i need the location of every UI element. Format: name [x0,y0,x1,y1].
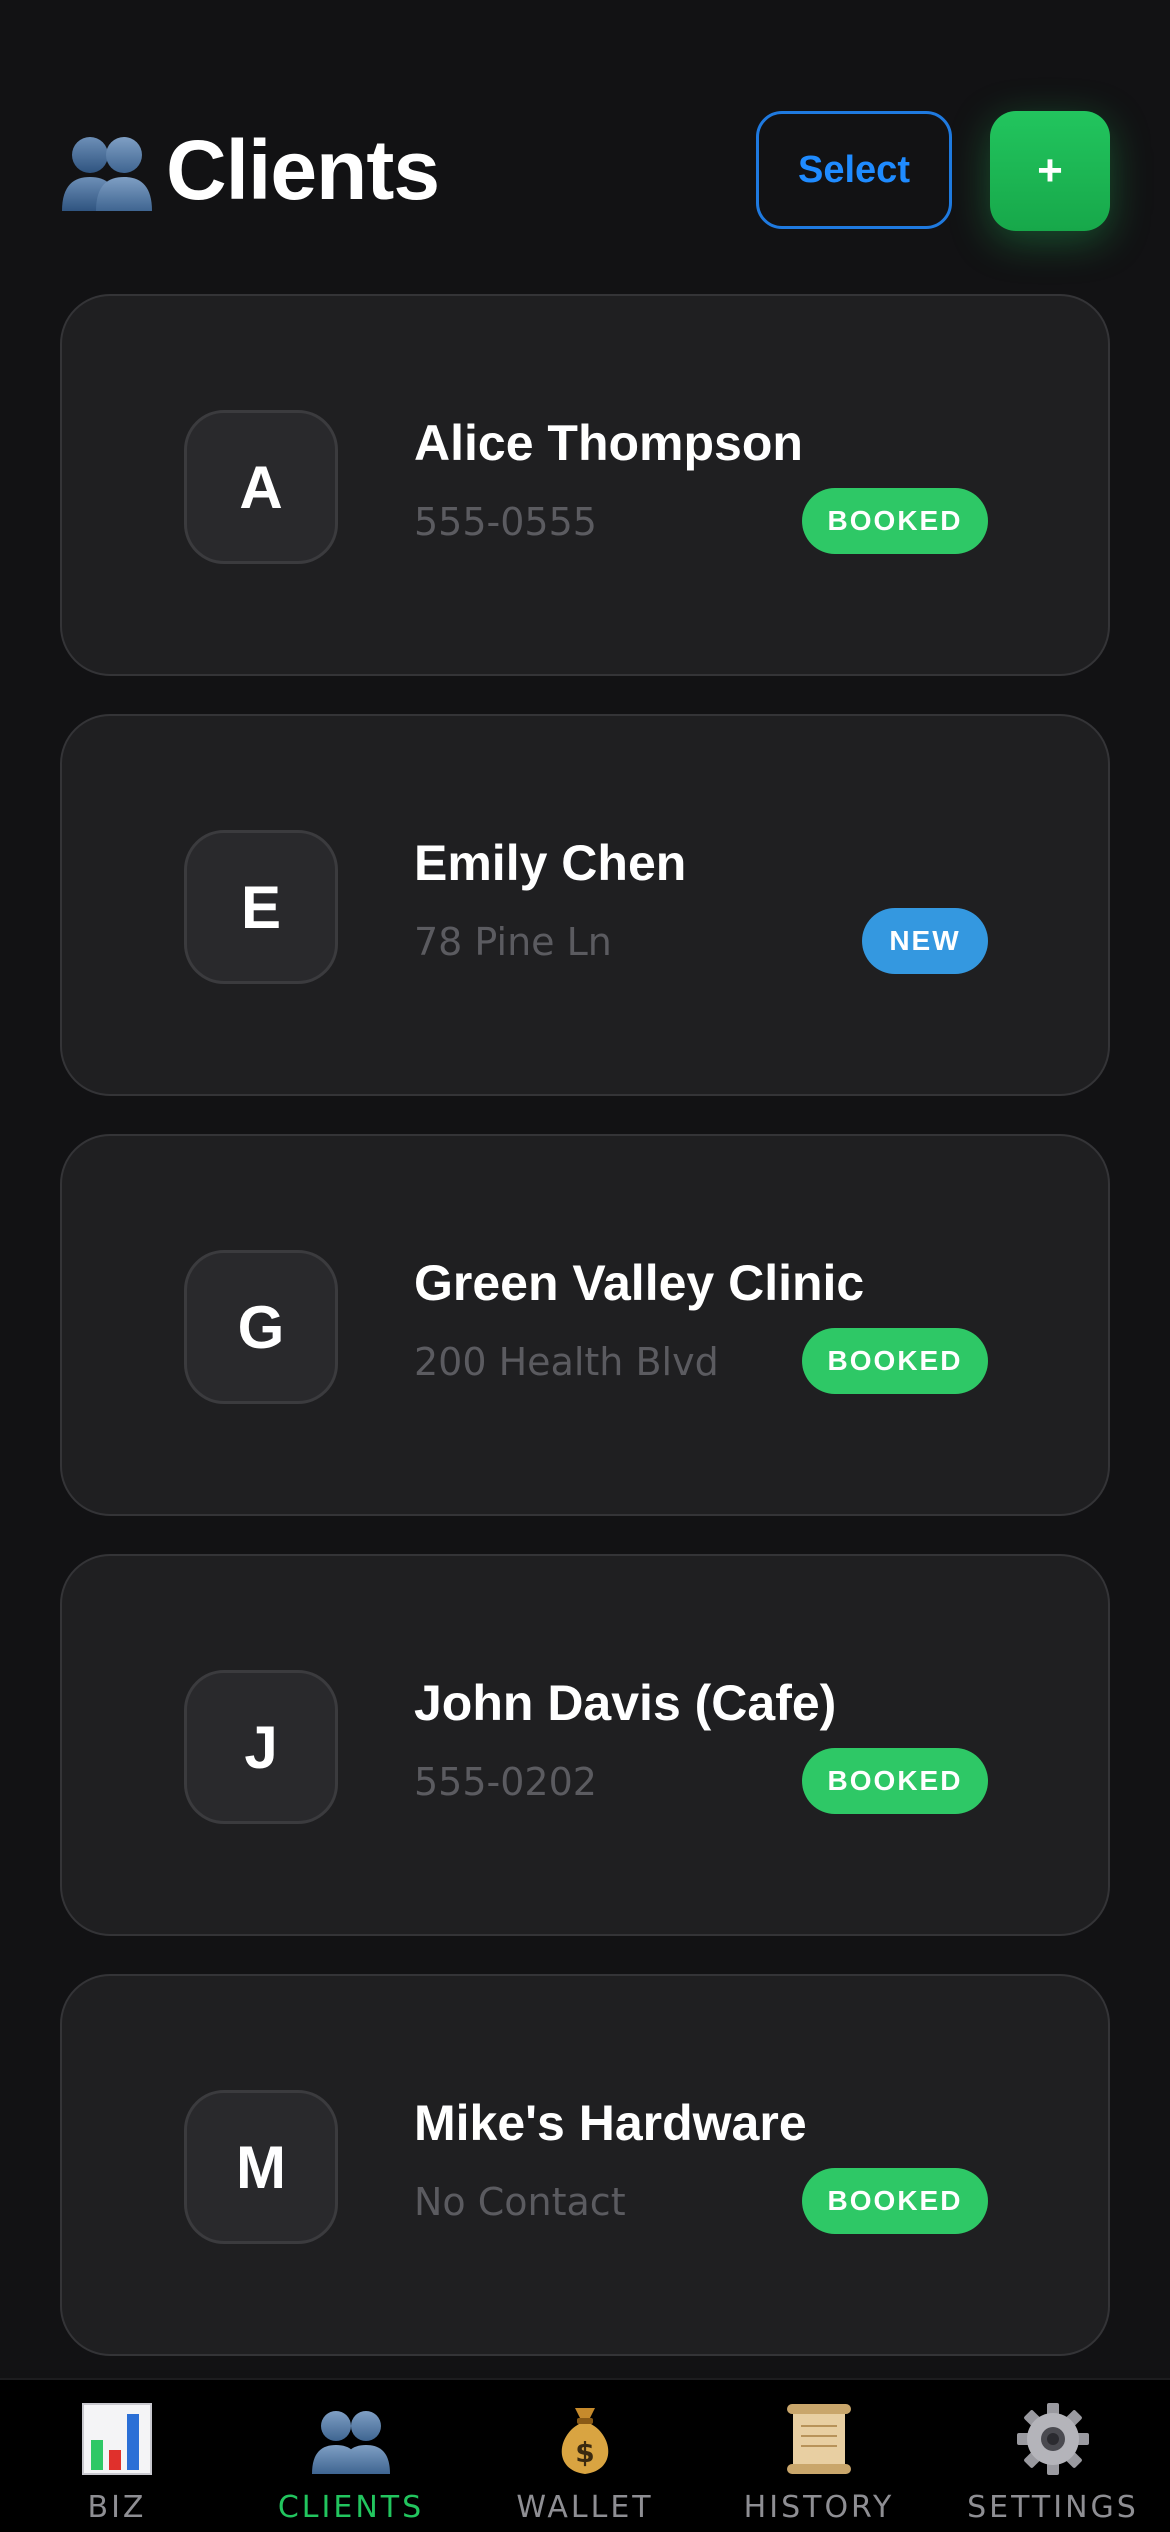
select-button[interactable]: Select [756,111,952,229]
tab-history[interactable]: HISTORY [702,2380,936,2532]
tab-label: SETTINGS [967,2490,1139,2525]
tab-label: WALLET [516,2490,654,2525]
page-title: Clients [60,108,440,232]
client-name: John Davis (Cafe) [414,1675,837,1731]
client-card[interactable]: E Emily Chen 78 Pine Ln NEW [60,714,1110,1096]
tab-label: BIZ [87,2490,147,2525]
scroll-icon [787,2404,851,2474]
client-avatar: J [184,1670,338,1824]
client-card[interactable]: G Green Valley Clinic 200 Health Blvd BO… [60,1134,1110,1516]
client-card[interactable]: A Alice Thompson 555-0555 BOOKED [60,294,1110,676]
tab-settings[interactable]: SETTINGS [936,2380,1170,2532]
money-bag-icon: $ [561,2408,609,2474]
tab-label: HISTORY [743,2490,895,2525]
client-list: A Alice Thompson 555-0555 BOOKED E Emily… [60,294,1110,2394]
client-card[interactable]: M Mike's Hardware No Contact BOOKED [60,1974,1110,2356]
client-name: Green Valley Clinic [414,1255,865,1311]
client-card[interactable]: J John Davis (Cafe) 555-0202 BOOKED [60,1554,1110,1936]
status-badge: BOOKED [802,1328,988,1394]
tab-wallet[interactable]: $ WALLET [468,2380,702,2532]
status-badge: NEW [862,908,988,974]
client-contact: 200 Health Blvd [414,1340,719,1384]
add-client-button[interactable]: + [990,111,1110,231]
client-name: Alice Thompson [414,415,803,471]
gear-icon [1017,2403,1089,2475]
status-badge: BOOKED [802,1748,988,1814]
client-contact: 555-0202 [414,1760,597,1804]
client-avatar: G [184,1250,338,1404]
status-badge: BOOKED [802,488,988,554]
tab-label: CLIENTS [277,2490,425,2525]
client-avatar: A [184,410,338,564]
client-contact: No Contact [414,2180,626,2224]
busts-in-silhouette-icon [312,2411,390,2474]
client-contact: 555-0555 [414,500,597,544]
status-badge: BOOKED [802,2168,988,2234]
tab-biz[interactable]: BIZ [0,2380,234,2532]
bottom-tab-bar: BIZ CLIENTS $ WALLET HISTORY SETTINGS [0,2378,1170,2532]
busts-in-silhouette-icon [62,137,152,211]
client-contact: 78 Pine Ln [414,920,612,964]
clients-screen: Clients Select + A Alice Thompson 555-05… [0,0,1170,2532]
header: Clients Select + [60,108,1110,232]
client-avatar: E [184,830,338,984]
client-avatar: M [184,2090,338,2244]
page-title-text: Clients [166,123,440,217]
tab-clients[interactable]: CLIENTS [234,2380,468,2532]
client-name: Mike's Hardware [414,2095,807,2151]
client-name: Emily Chen [414,835,687,891]
svg-text:$: $ [575,2436,594,2469]
bar-chart-icon [82,2403,152,2475]
